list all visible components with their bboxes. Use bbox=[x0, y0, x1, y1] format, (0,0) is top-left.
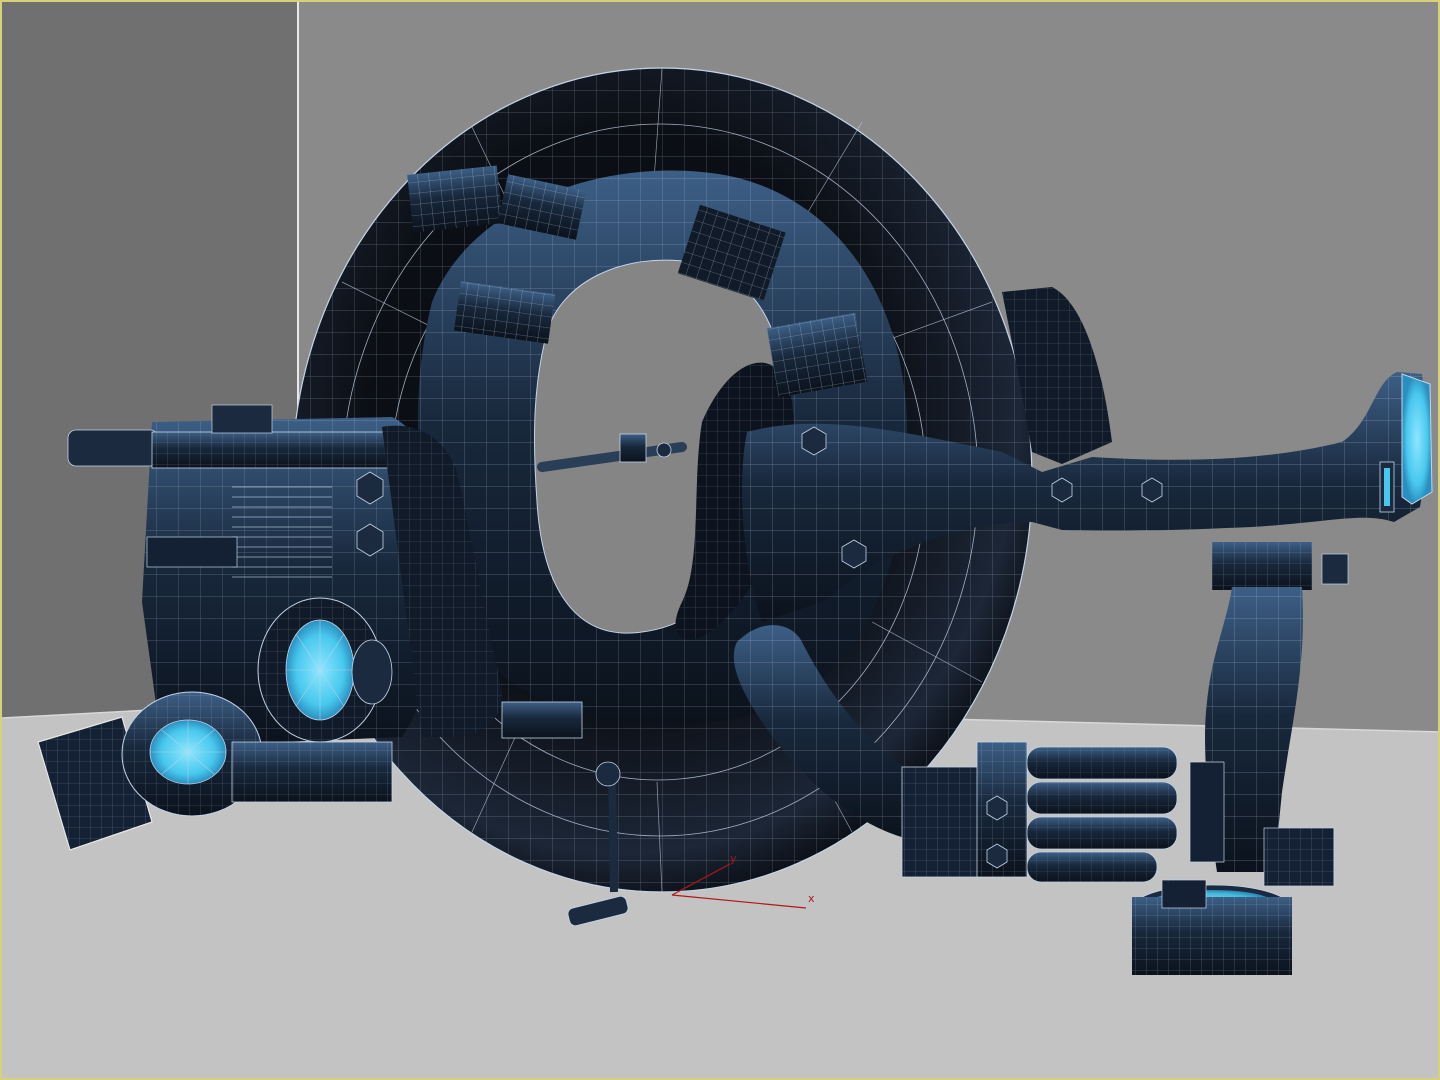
exhaust-tips[interactable] bbox=[1026, 746, 1178, 883]
axis-y-label: y bbox=[730, 852, 737, 865]
scene-render[interactable]: y x bbox=[2, 2, 1440, 1080]
axis-x-label: x bbox=[808, 892, 815, 905]
3d-viewport[interactable]: y x bbox=[0, 0, 1440, 1080]
handle-grip bbox=[67, 429, 159, 467]
